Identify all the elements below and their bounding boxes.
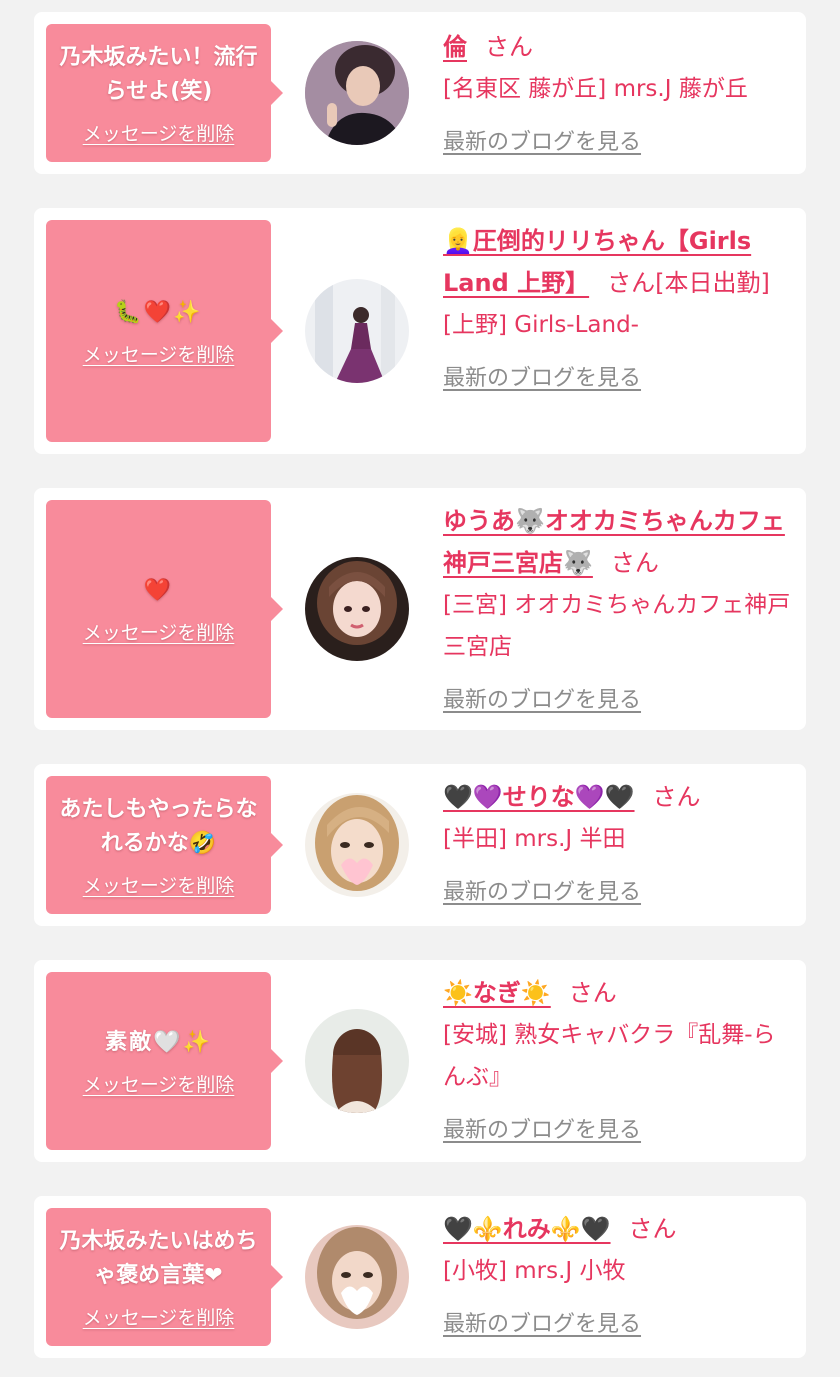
delete-message-link[interactable]: メッセージを削除	[83, 119, 235, 146]
avatar[interactable]	[305, 1225, 409, 1329]
girl-name-link[interactable]: 🖤⚜️れみ⚜️🖤	[443, 1215, 611, 1243]
girl-info: ゆうあ🐺オオカミちゃんカフェ神戸三宮店🐺 さん [三宮] オオカミちゃんカフェ神戸…	[443, 500, 795, 714]
girl-info: ☀️なぎ☀️ さん [安城] 熟女キャバクラ『乱舞-らんぶ』 最新のブログを見る	[443, 972, 795, 1144]
message-text: 🐛❤️✨	[114, 299, 203, 325]
san-label: さん	[607, 269, 656, 297]
girl-info: 🖤⚜️れみ⚜️🖤 さん [小牧] mrs.J 小牧 最新のブログを見る	[443, 1208, 795, 1338]
san-label: さん	[628, 1215, 677, 1243]
message-bubble: あたしもやったらなれるかな🤣 メッセージを削除	[46, 776, 283, 914]
message-text: 乃木坂みたいはめちゃ褒め言葉❤	[59, 1228, 258, 1288]
message-bubble: ❤️ メッセージを削除	[46, 500, 283, 718]
message-bubble: 乃木坂みたいはめちゃ褒め言葉❤ メッセージを削除	[46, 1208, 283, 1346]
delete-message-link[interactable]: メッセージを削除	[83, 1303, 235, 1330]
avatar[interactable]	[305, 557, 409, 661]
list-item: 乃木坂みたいはめちゃ褒め言葉❤ メッセージを削除 🖤⚜️れみ⚜️🖤 さん [小牧]…	[34, 1196, 806, 1358]
message-text: ❤️	[143, 577, 174, 603]
view-blog-link[interactable]: 最新のブログを見る	[443, 1112, 641, 1144]
delete-message-link[interactable]: メッセージを削除	[83, 618, 235, 645]
shop-info: [小牧] mrs.J 小牧	[443, 1258, 626, 1284]
girl-info: 倫さん [名東区 藤が丘] mrs.J 藤が丘 最新のブログを見る	[443, 26, 795, 156]
san-label: さん	[485, 33, 533, 61]
girl-info: 👱‍♀️圧倒的リリちゃん【Girls Land 上野】 さん[本日出勤] [上野]…	[443, 220, 795, 392]
list-item: ❤️ メッセージを削除 ゆうあ🐺オオカミちゃんカフェ神戸三宮店🐺 さん [三宮] …	[34, 488, 806, 730]
message-text: 乃木坂みたい！流行らせよ(笑)	[59, 44, 258, 104]
girl-name-link[interactable]: ☀️なぎ☀️	[443, 979, 551, 1007]
delete-message-link[interactable]: メッセージを削除	[83, 871, 235, 898]
shop-info: [安城] 熟女キャバクラ『乱舞-らんぶ』	[443, 1022, 776, 1090]
san-label: さん	[652, 783, 701, 811]
message-bubble: 🐛❤️✨ メッセージを削除	[46, 220, 283, 442]
view-blog-link[interactable]: 最新のブログを見る	[443, 1306, 641, 1338]
list-item: 🐛❤️✨ メッセージを削除 👱‍♀️圧倒的リリちゃん【Girls Land 上野…	[34, 208, 806, 454]
list-item: あたしもやったらなれるかな🤣 メッセージを削除 🖤💜せりな💜🖤 さん [半田] m…	[34, 764, 806, 926]
avatar[interactable]	[305, 41, 409, 145]
avatar[interactable]	[305, 279, 409, 383]
girl-info: 🖤💜せりな💜🖤 さん [半田] mrs.J 半田 最新のブログを見る	[443, 776, 795, 906]
view-blog-link[interactable]: 最新のブログを見る	[443, 360, 641, 392]
shop-info: [名東区 藤が丘] mrs.J 藤が丘	[443, 76, 748, 102]
message-text: 素敵🤍✨	[105, 1029, 212, 1055]
girl-name-link[interactable]: 倫	[443, 33, 467, 61]
shop-info: [半田] mrs.J 半田	[443, 826, 626, 852]
delete-message-link[interactable]: メッセージを削除	[83, 340, 235, 367]
shop-info: [三宮] オオカミちゃんカフェ神戸三宮店	[443, 592, 791, 660]
avatar[interactable]	[305, 1009, 409, 1113]
status-badge: [本日出勤]	[655, 269, 770, 297]
avatar[interactable]	[305, 793, 409, 897]
message-bubble: 乃木坂みたい！流行らせよ(笑) メッセージを削除	[46, 24, 283, 162]
view-blog-link[interactable]: 最新のブログを見る	[443, 124, 641, 156]
girl-name-link[interactable]: 🖤💜せりな💜🖤	[443, 783, 635, 811]
view-blog-link[interactable]: 最新のブログを見る	[443, 682, 641, 714]
shop-info: [上野] Girls-Land-	[443, 312, 639, 338]
list-item: 乃木坂みたい！流行らせよ(笑) メッセージを削除 倫さん [名東区 藤が丘] m…	[34, 12, 806, 174]
list-item: 素敵🤍✨ メッセージを削除 ☀️なぎ☀️ さん [安城] 熟女キャバクラ『乱舞-ら…	[34, 960, 806, 1162]
san-label: さん	[568, 979, 617, 1007]
message-text: あたしもやったらなれるかな🤣	[59, 796, 258, 856]
message-bubble: 素敵🤍✨ メッセージを削除	[46, 972, 283, 1150]
message-list: 乃木坂みたい！流行らせよ(笑) メッセージを削除 倫さん [名東区 藤が丘] m…	[0, 0, 840, 1377]
delete-message-link[interactable]: メッセージを削除	[83, 1070, 235, 1097]
san-label: さん	[610, 549, 659, 577]
view-blog-link[interactable]: 最新のブログを見る	[443, 874, 641, 906]
